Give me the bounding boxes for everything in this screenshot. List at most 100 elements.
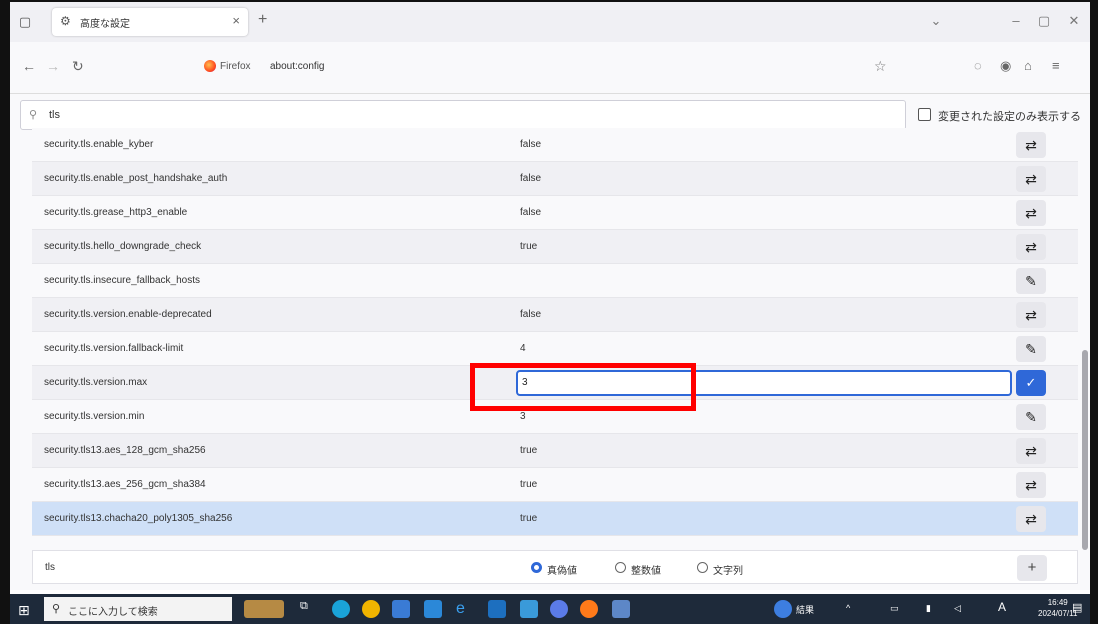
chrome-icon[interactable] [362,600,380,618]
pref-name: security.tls13.chacha20_poly1305_sha256 [44,513,233,524]
weather-label: 結果 [796,605,815,615]
pocket-icon[interactable]: ◌ [974,58,982,73]
reload-button[interactable]: ↻ [72,58,84,75]
pref-row[interactable]: security.tls13.aes_256_gcm_sha384 true ⇄ [32,468,1078,502]
toggle-button[interactable]: ⇄ [1016,302,1046,328]
pref-name: security.tls.enable_post_handshake_auth [44,173,228,184]
pref-row[interactable]: security.tls13.chacha20_poly1305_sha256 t… [32,502,1078,536]
tab-overview-icon[interactable]: ▢ [16,13,34,31]
pref-row[interactable]: security.tls.version.enable-deprecated fa… [32,298,1078,332]
menu-icon[interactable]: ≡ [1052,58,1060,73]
account-icon[interactable]: ◉ [1000,58,1011,74]
back-button[interactable]: ← [22,58,36,74]
close-icon[interactable]: × [232,13,240,28]
extensions-icon[interactable]: ⌂ [1024,58,1032,73]
pref-name: security.tls.grease_http3_enable [44,207,188,218]
pref-value: false [520,207,542,218]
scrollbar[interactable] [1082,350,1088,550]
battery-icon[interactable]: ▮ [926,603,931,614]
windows-start-icon[interactable]: ⊞ [18,602,30,619]
pref-name: security.tls.version.fallback-limit [44,343,184,354]
radio-boolean[interactable] [531,562,542,573]
pref-value: false [520,139,542,150]
pref-name: security.tls.insecure_fallback_hosts [44,275,200,286]
tray-chevron-icon[interactable]: ^ [846,603,850,613]
ime-indicator[interactable]: A [998,600,1006,614]
pref-value: true [520,513,538,524]
edit-pencil-button[interactable]: ✎ [1016,336,1046,362]
toggle-button[interactable]: ⇄ [1016,472,1046,498]
show-modified-checkbox[interactable] [918,108,931,121]
toggle-button[interactable]: ⇄ [1016,438,1046,464]
pref-row[interactable]: security.tls13.aes_128_gcm_sha256 true ⇄ [32,434,1078,468]
notification-icon[interactable]: ▤ [1072,601,1082,614]
add-pref-row: tls 真偽値 整数値 文字列 + [32,550,1078,584]
navigation-bar: ← → ↻ Firefox about:config ☆ ◌ ◉ ⌂ ≡ [10,42,1090,94]
maximize-button[interactable]: ▢ [1034,13,1054,29]
taskbar: ⊞ ⚲ ここに入力して検索 ⧉ e 結果 ^ ▭ ▮ ◁ A 16:49 202… [10,594,1090,624]
red-highlight-box [470,363,696,411]
app-icon[interactable] [520,600,538,618]
search-icon: ⚲ [52,603,61,615]
pref-row[interactable]: security.tls.insecure_fallback_hosts ✎ [32,264,1078,298]
ie-icon[interactable]: e [456,600,474,618]
pref-name: security.tls.enable_kyber [44,139,154,150]
preferences-table: security.tls.enable_kyber false ⇄ security.… [32,128,1078,536]
pref-value: false [520,309,542,320]
radio-string[interactable] [697,562,708,573]
pref-name: security.tls13.aes_256_gcm_sha384 [44,479,206,490]
news-widget-icon[interactable] [244,600,284,618]
new-tab-button[interactable]: + [258,11,267,29]
bookmark-star-icon[interactable]: ☆ [874,58,887,75]
pref-row[interactable]: security.tls.enable_post_handshake_auth f… [32,162,1078,196]
identity-label: Firefox [220,61,251,72]
edge-icon[interactable] [332,600,350,618]
close-window-button[interactable]: ✕ [1064,13,1084,29]
weather-icon[interactable] [774,600,792,618]
toggle-button[interactable]: ⇄ [1016,132,1046,158]
add-pref-button[interactable]: + [1017,555,1047,581]
app-icon-2[interactable] [550,600,568,618]
app-icon-3[interactable] [612,600,630,618]
tab-about-config[interactable]: ⚙ 高度な設定 × [52,8,248,36]
search-row: ⚲ tls 変更された設定のみ表示する [20,100,1090,130]
pref-name: security.tls.hello_downgrade_check [44,241,202,252]
minimize-button[interactable]: – [1006,13,1026,28]
new-pref-name: tls [45,562,55,573]
volume-icon[interactable]: ◁ [954,603,961,614]
address-bar[interactable]: Firefox about:config [200,54,900,82]
firefox-taskbar-icon[interactable] [580,600,598,618]
toggle-button[interactable]: ⇄ [1016,234,1046,260]
pref-row[interactable]: security.tls.grease_http3_enable false ⇄ [32,196,1078,230]
pref-value: 4 [520,343,526,354]
toggle-button[interactable]: ⇄ [1016,200,1046,226]
pref-row[interactable]: security.tls.version.fallback-limit 4 ✎ [32,332,1078,366]
taskbar-search[interactable]: ⚲ ここに入力して検索 [44,597,232,621]
about-config-page: ⚲ tls 変更された設定のみ表示する security.tls.enable_… [10,94,1090,590]
edit-pencil-button[interactable]: ✎ [1016,268,1046,294]
store-icon[interactable] [488,600,506,618]
pref-row[interactable]: security.tls.hello_downgrade_check true ⇄ [32,230,1078,264]
pref-name: security.tls.version.enable-deprecated [44,309,212,320]
search-input[interactable]: ⚲ tls [20,100,906,130]
toggle-button[interactable]: ⇄ [1016,506,1046,532]
pref-value: true [520,241,538,252]
edit-pencil-button[interactable]: ✎ [1016,404,1046,430]
search-icon: ⚲ [29,109,38,121]
network-icon[interactable]: ▭ [890,603,899,614]
radio-number[interactable] [615,562,626,573]
toggle-button[interactable]: ⇄ [1016,166,1046,192]
radio-number-label: 整数値 [631,566,661,577]
pref-row[interactable]: security.tls.enable_kyber false ⇄ [32,128,1078,162]
tab-title: 高度な設定 [80,19,130,30]
tab-list-chevron-icon[interactable]: ⌄ [926,13,946,29]
explorer-icon[interactable] [392,600,410,618]
pref-value: true [520,445,538,456]
pref-name: security.tls13.aes_128_gcm_sha256 [44,445,206,456]
mail-icon[interactable] [424,600,442,618]
radio-boolean-label: 真偽値 [547,566,577,577]
save-check-button[interactable]: ✓ [1016,370,1046,396]
forward-button[interactable]: → [46,58,60,74]
url-text[interactable]: about:config [270,61,325,72]
task-view-icon[interactable]: ⧉ [300,600,318,618]
